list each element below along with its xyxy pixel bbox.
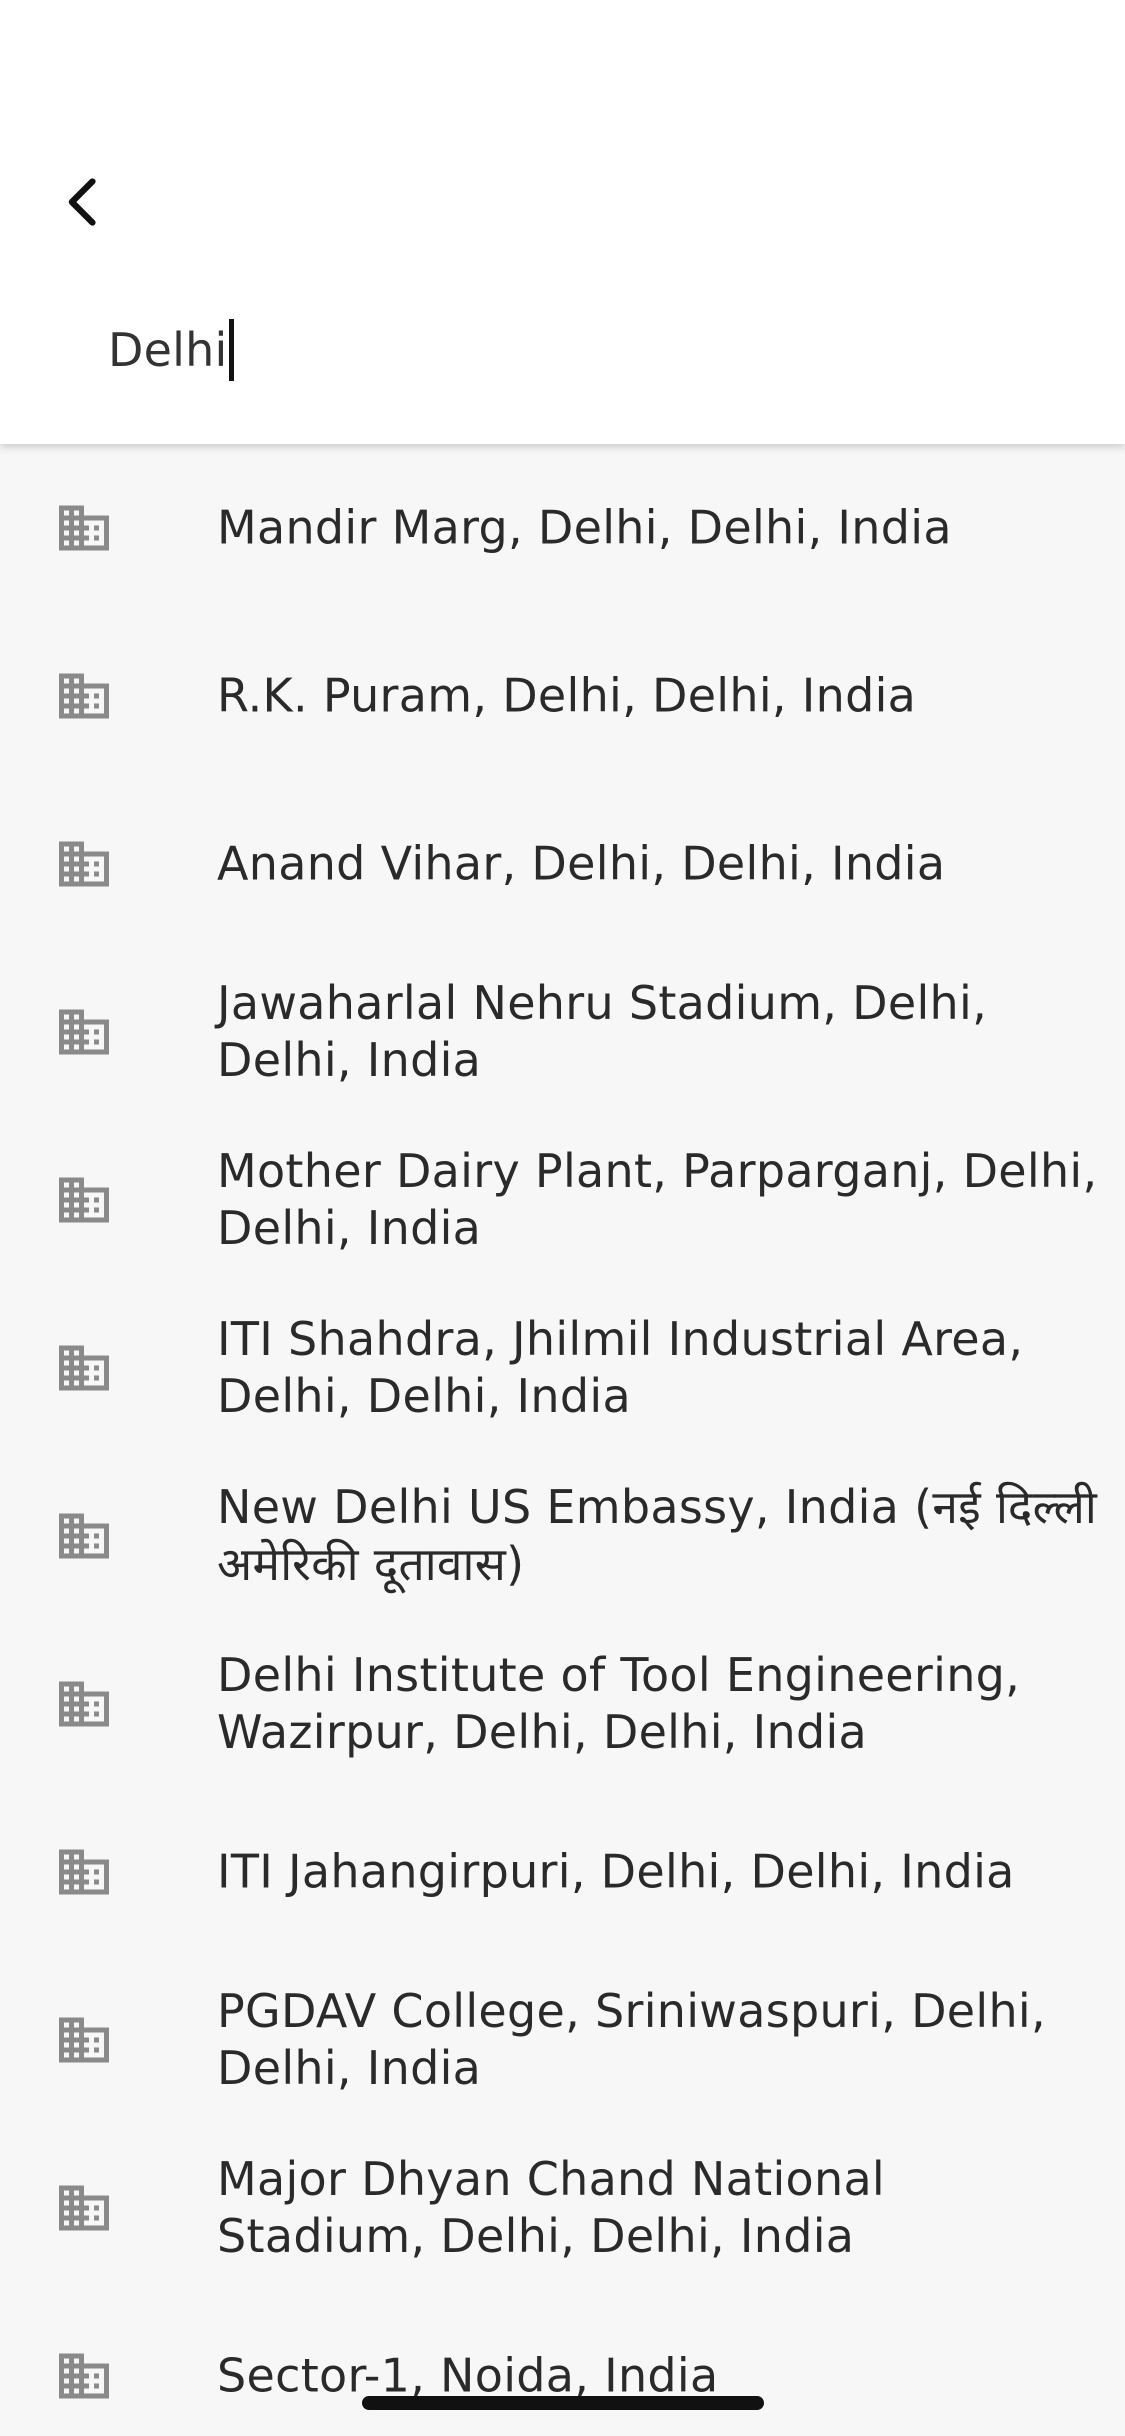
result-label: Anand Vihar, Delhi, Delhi, India [217, 836, 946, 891]
back-button[interactable] [42, 160, 126, 244]
building-icon [59, 1681, 109, 1727]
home-indicator[interactable] [362, 2396, 764, 2410]
result-item[interactable]: Major Dhyan Chand National Stadium, Delh… [0, 2124, 1125, 2292]
result-label: Jawaharlal Nehru Stadium, Delhi, Delhi, … [217, 976, 988, 1087]
building-icon [59, 841, 109, 887]
search-input[interactable]: Delhi [108, 310, 1068, 390]
result-label: Major Dhyan Chand National Stadium, Delh… [217, 2152, 886, 2263]
building-icon [59, 673, 109, 719]
result-label: ITI Jahangirpuri, Delhi, Delhi, India [217, 1844, 1015, 1899]
result-item[interactable]: Mother Dairy Plant, Parparganj, Delhi, D… [0, 1116, 1125, 1284]
building-icon [59, 1009, 109, 1055]
building-icon [59, 1513, 109, 1559]
search-results-list: Mandir Marg, Delhi, Delhi, India R.K. Pu… [0, 444, 1125, 2436]
building-icon [59, 1177, 109, 1223]
result-label: ITI Shahdra, Jhilmil Industrial Area, De… [217, 1312, 1024, 1423]
result-label: Delhi Institute of Tool Engineering, Waz… [217, 1648, 1021, 1759]
result-label: Mother Dairy Plant, Parparganj, Delhi, D… [217, 1144, 1098, 1255]
building-icon [59, 1849, 109, 1895]
result-label: Mandir Marg, Delhi, Delhi, India [217, 500, 952, 555]
result-item[interactable]: R.K. Puram, Delhi, Delhi, India [0, 612, 1125, 780]
result-item[interactable]: Anand Vihar, Delhi, Delhi, India [0, 780, 1125, 948]
result-label: R.K. Puram, Delhi, Delhi, India [217, 668, 917, 723]
screen: Delhi Mandir Marg, Delhi, Delhi, India R… [0, 0, 1125, 2436]
search-input-value: Delhi [108, 323, 228, 377]
result-item[interactable]: Sector-1, Noida, India [0, 2292, 1125, 2436]
result-label: PGDAV College, Sriniwaspuri, Delhi, Delh… [217, 1984, 1046, 2095]
result-item[interactable]: Jawaharlal Nehru Stadium, Delhi, Delhi, … [0, 948, 1125, 1116]
building-icon [59, 2353, 109, 2399]
result-item[interactable]: Delhi Institute of Tool Engineering, Waz… [0, 1620, 1125, 1788]
result-label: New Delhi US Embassy, India (नई दिल्ली अ… [217, 1480, 1098, 1591]
result-item[interactable]: Mandir Marg, Delhi, Delhi, India [0, 444, 1125, 612]
result-item[interactable]: ITI Jahangirpuri, Delhi, Delhi, India [0, 1788, 1125, 1956]
chevron-left-icon [68, 178, 96, 226]
building-icon [59, 505, 109, 551]
building-icon [59, 1345, 109, 1391]
text-cursor [229, 319, 235, 381]
result-item[interactable]: PGDAV College, Sriniwaspuri, Delhi, Delh… [0, 1956, 1125, 2124]
building-icon [59, 2017, 109, 2063]
result-item[interactable]: New Delhi US Embassy, India (नई दिल्ली अ… [0, 1452, 1125, 1620]
search-app-bar: Delhi [0, 0, 1125, 444]
building-icon [59, 2185, 109, 2231]
result-item[interactable]: ITI Shahdra, Jhilmil Industrial Area, De… [0, 1284, 1125, 1452]
